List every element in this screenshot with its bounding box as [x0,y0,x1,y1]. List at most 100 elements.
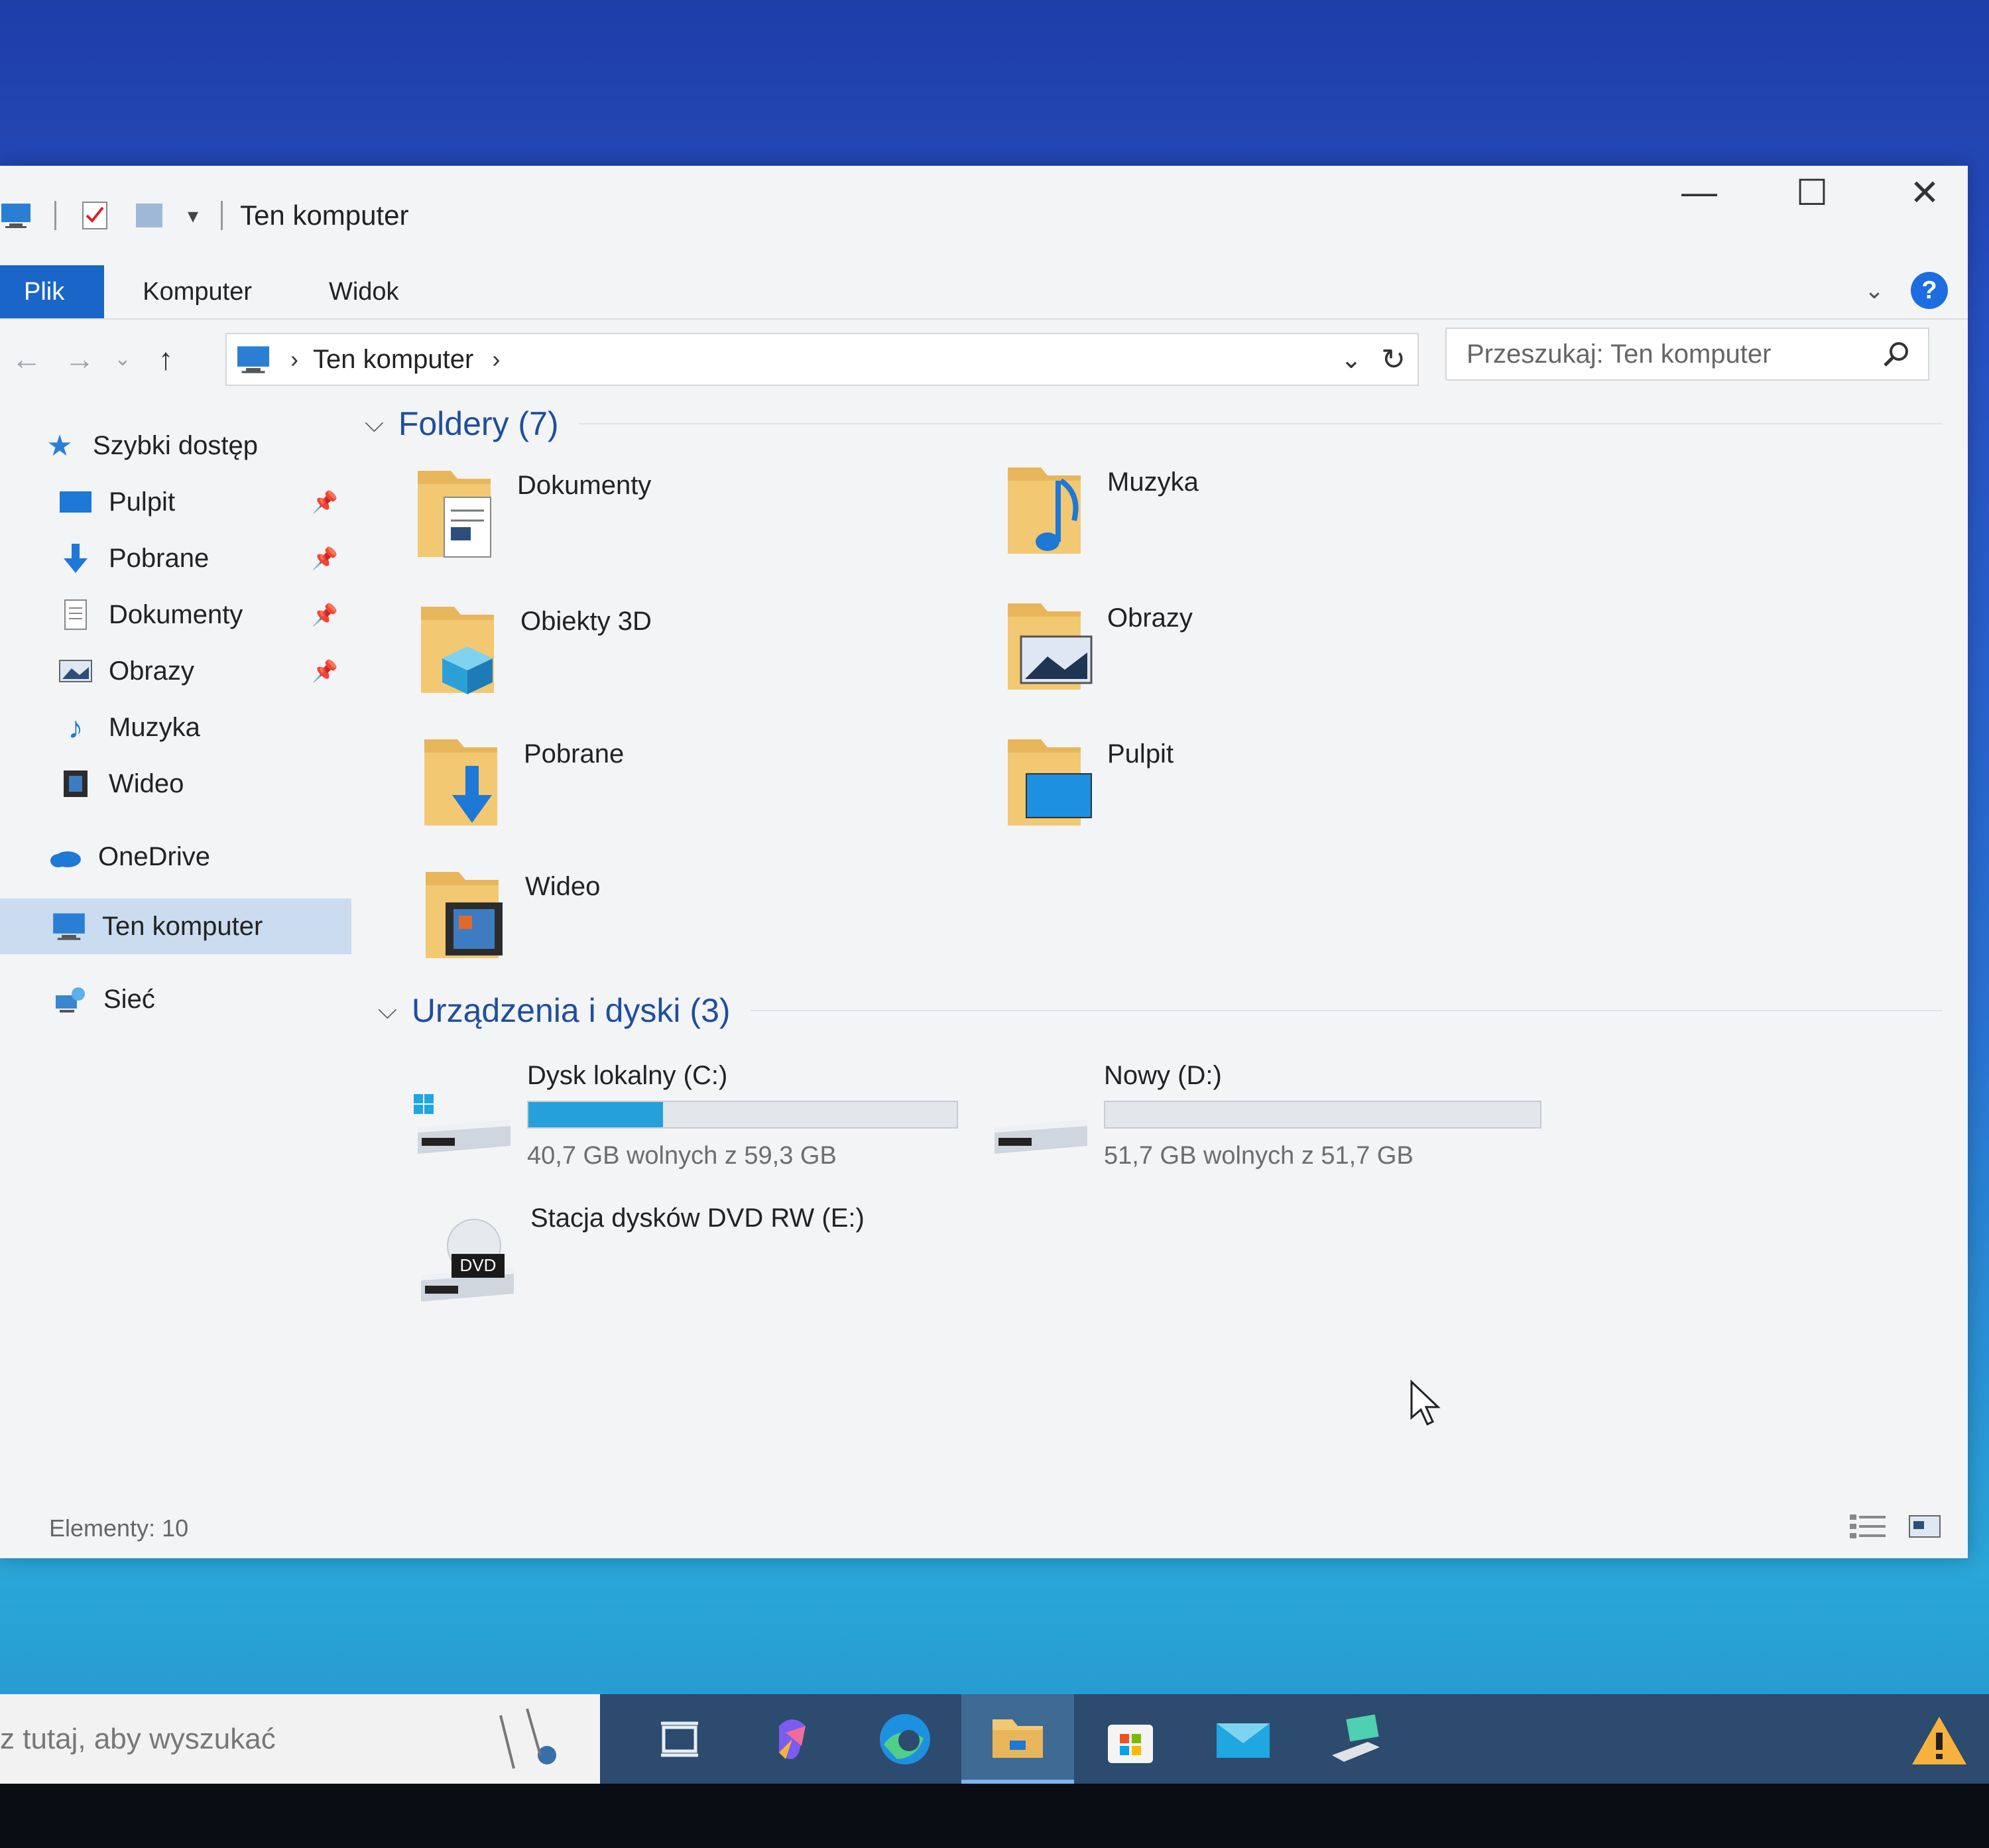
network-app-icon[interactable] [1299,1694,1412,1784]
sidebar-item-music[interactable]: ♪ Muzyka [0,700,351,755]
taskbar-apps [623,1694,1412,1784]
folders-group-header[interactable]: ⌵ Foldery (7) [365,404,1943,443]
forward-button[interactable]: → [53,341,106,377]
computer-icon[interactable] [0,201,32,230]
group-divider [750,1010,1943,1011]
computer-icon [53,913,85,940]
sidebar-item-label: OneDrive [98,841,210,871]
tab-computer[interactable]: Komputer [104,265,290,318]
customize-toolbar-icon[interactable]: ▾ [188,203,198,228]
ribbon-right: ⌄ ? [1864,272,1948,309]
sidebar-item-network[interactable]: Sieć [0,971,351,1027]
monitor-bezel [0,1784,1989,1848]
copilot-icon[interactable] [736,1694,849,1784]
tab-view[interactable]: Widok [290,265,438,318]
edge-icon[interactable] [849,1694,961,1784]
star-icon: ★ [46,429,73,462]
network-icon [56,987,85,1013]
group-title: Urządzenia i dyski (3) [411,992,731,1029]
pin-icon[interactable]: 📌 [312,546,338,571]
drive-name: Nowy (D:) [1104,1061,1222,1090]
sidebar-item-onedrive[interactable]: OneDrive [0,829,351,885]
documents-folder-icon [418,471,491,558]
toolbar-separator [221,201,223,230]
breadcrumb-chevron-icon[interactable]: › [290,345,298,373]
devices-group-header[interactable]: ⌵ Urządzenia i dyski (3) [378,991,1943,1030]
drive-usage-bar [1104,1101,1541,1129]
help-button[interactable]: ? [1911,272,1948,309]
folder-tile[interactable]: Obrazy [1001,590,1571,716]
file-explorer-icon[interactable] [961,1694,1074,1784]
drive-tile[interactable]: Nowy (D:) 51,7 GB wolnych z 51,7 GB [988,1061,1558,1194]
folder-name: Wideo [525,872,601,901]
group-title: Foldery (7) [398,405,559,442]
breadcrumb[interactable]: Ten komputer [313,345,473,375]
mouse-cursor-icon [1410,1379,1441,1426]
sidebar-item-downloads[interactable]: Pobrane 📌 [0,530,351,586]
drive-tile[interactable]: Dysk lokalny (C:) 40,7 GB wolnych z 59,3… [411,1061,981,1194]
task-view-icon[interactable] [623,1694,736,1784]
up-button[interactable]: ↑ [139,341,192,377]
sidebar-item-desktop[interactable]: Pulpit 📌 [0,474,351,530]
search-icon [1884,342,1908,367]
expand-ribbon-icon[interactable]: ⌄ [1864,277,1884,304]
large-icons-view-icon[interactable] [1908,1512,1941,1541]
sidebar-item-this-pc[interactable]: Ten komputer [0,898,351,954]
sidebar-item-quick-access[interactable]: ★ Szybki dostęp [0,418,351,473]
group-divider [578,423,1943,424]
refresh-icon[interactable]: ↻ [1381,343,1406,377]
recent-locations-button[interactable]: ⌄ [106,347,139,371]
mail-icon[interactable] [1187,1694,1299,1784]
address-dropdown-icon[interactable]: ⌄ [1341,345,1362,375]
drive-usage-fill [528,1102,663,1127]
folder-tile[interactable]: Pobrane [418,726,988,852]
folder-tile[interactable]: Pulpit [1001,726,1571,852]
folder-name: Pulpit [1107,739,1174,769]
quick-access-toolbar: ▾ [0,166,223,265]
sidebar-item-videos[interactable]: Wideo [0,756,351,812]
downloads-folder-icon [424,739,497,826]
tab-file[interactable]: Plik [0,265,105,318]
search-input[interactable]: Przeszukaj: Ten komputer [1445,328,1929,381]
pin-icon[interactable]: 📌 [312,602,338,627]
folder-tile[interactable]: Wideo [419,859,989,985]
folder-name: Pobrane [524,739,625,769]
status-bar: Elementy: 10 [0,1499,1968,1558]
folder-name: Dokumenty [517,471,652,500]
details-view-icon[interactable] [1848,1512,1888,1541]
warning-icon[interactable] [1909,1714,1969,1767]
navigation-pane: ★ Szybki dostęp Pulpit 📌 Pobrane 📌 Dokum… [0,398,351,1485]
folder-tile[interactable]: Dokumenty [411,458,981,584]
breadcrumb-chevron-icon[interactable]: › [492,345,500,373]
folder-tile[interactable]: Muzyka [1001,454,1571,580]
window-title: Ten komputer [240,200,409,231]
sidebar-item-label: Obrazy [109,656,194,686]
collapse-chevron-icon[interactable]: ⌵ [365,410,384,438]
drive-name: Dysk lokalny (C:) [527,1061,728,1090]
system-drive-icon [414,1094,511,1154]
taskbar-search-input[interactable]: z tutaj, aby wyszukać [0,1694,600,1784]
sidebar-item-documents[interactable]: Dokumenty 📌 [0,587,351,643]
collapse-chevron-icon[interactable]: ⌵ [378,997,397,1025]
close-button[interactable]: ✕ [1908,172,1941,213]
sidebar-item-label: Szybki dostęp [93,430,259,460]
drive-tile[interactable]: DVD Stacja dysków DVD RW (E:) [414,1203,985,1336]
new-folder-icon[interactable] [133,201,165,230]
address-bar[interactable]: › Ten komputer › ⌄ ↻ [225,333,1419,386]
sidebar-item-pictures[interactable]: Obrazy 📌 [0,643,351,699]
pin-icon[interactable]: 📌 [312,489,338,515]
title-bar: ▾ Ten komputer — ☐ ✕ [0,166,1968,265]
folder-name: Obiekty 3D [520,607,652,636]
minimize-button[interactable]: — [1681,172,1717,212]
music-folder-icon [1008,467,1081,554]
pin-icon[interactable]: 📌 [312,658,338,684]
window-controls: — ☐ ✕ [1681,172,1941,213]
folder-tile[interactable]: Obiekty 3D [414,593,985,719]
document-icon [64,599,87,630]
maximize-button[interactable]: ☐ [1795,172,1829,213]
back-button[interactable]: ← [0,341,53,377]
folder-name: Obrazy [1107,603,1193,633]
store-icon[interactable] [1074,1694,1187,1784]
properties-icon[interactable] [79,201,111,230]
drive-name: Stacja dysków DVD RW (E:) [530,1203,865,1233]
